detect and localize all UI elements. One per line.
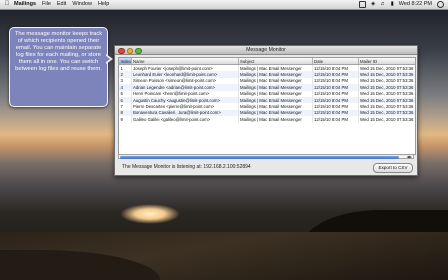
cell-subject: Mailings | Mac Email Messenger bbox=[238, 64, 313, 72]
window-controls bbox=[118, 47, 144, 54]
help-callout-text: The message monitor keeps track of which… bbox=[14, 31, 103, 73]
close-button[interactable] bbox=[118, 47, 125, 54]
cell-name: Galileo Galilei <galileo@limit-point.com… bbox=[131, 116, 239, 123]
table-row[interactable]: 2 Leonhard Euler <leonhard@limit-point.c… bbox=[119, 71, 415, 78]
cell-date: 12/15/10 8:04 PM bbox=[312, 64, 359, 72]
scrollbar-thumb[interactable] bbox=[120, 155, 399, 159]
sunset-glow bbox=[120, 204, 180, 224]
cell-mailer-id: Wed 15 Dec, 2010 07:53:36 bbox=[358, 116, 415, 123]
cell-date: 12/15/10 8:04 PM bbox=[312, 116, 359, 123]
cell-mailer-id: Wed 15 Dec, 2010 07:53:36 bbox=[358, 71, 415, 78]
listener-status-text: The Message Monitor is listening at: 192… bbox=[122, 164, 251, 170]
cell-mailer-id: Wed 15 Dec, 2010 07:53:36 bbox=[358, 84, 415, 91]
cell-subject: Mailings | Mac Email Messenger bbox=[238, 96, 313, 104]
message-monitor-window: Message Monitor Index Name Subject Date … bbox=[114, 45, 418, 176]
cell-subject: Mailings | Mac Email Messenger bbox=[238, 90, 313, 97]
spotlight-search-icon[interactable] bbox=[437, 1, 444, 8]
menu-bar:  Mailings File Edit Window Help ◈ ♬ ▮ W… bbox=[0, 0, 448, 10]
volume-icon[interactable]: ♬ bbox=[380, 0, 386, 9]
cell-subject: Mailings | Mac Email Messenger bbox=[238, 109, 313, 117]
window-titlebar[interactable]: Message Monitor bbox=[115, 46, 417, 55]
table-row[interactable]: 8 Bonaventura Cavalieri...tura@limit-poi… bbox=[119, 109, 415, 117]
cell-name: Joseph Fourier <joseph@limit-point.com> bbox=[131, 64, 239, 72]
menu-help[interactable]: Help bbox=[98, 0, 109, 9]
export-csv-button[interactable]: Export to CSV bbox=[373, 163, 413, 173]
cell-subject: Mailings | Mac Email Messenger bbox=[238, 77, 313, 85]
table-row[interactable]: 4 Adrian Legendre <adrian@limit-point.co… bbox=[119, 84, 415, 91]
help-callout: The message monitor keeps track of which… bbox=[9, 27, 108, 107]
battery-icon[interactable]: ▮ bbox=[391, 0, 394, 9]
menu-clock[interactable]: Wed 8:22 PM bbox=[399, 0, 432, 9]
cell-subject: Mailings | Mac Email Messenger bbox=[238, 84, 313, 91]
table-row[interactable]: 1 Joseph Fourier <joseph@limit-point.com… bbox=[119, 64, 415, 72]
apple-menu-icon[interactable]:  bbox=[4, 0, 10, 9]
wifi-icon[interactable]: ◈ bbox=[371, 0, 375, 9]
cell-mailer-id: Wed 15 Dec, 2010 07:53:36 bbox=[358, 103, 415, 110]
window-title: Message Monitor bbox=[246, 47, 286, 53]
menu-app-name[interactable]: Mailings bbox=[14, 0, 36, 9]
cell-mailer-id: Wed 15 Dec, 2010 07:53:36 bbox=[358, 77, 415, 85]
cell-subject: Mailings | Mac Email Messenger bbox=[238, 71, 313, 78]
table-row[interactable]: 7 Pierre Descartes <pierre@limit-point.c… bbox=[119, 103, 415, 110]
scroll-arrows-icon[interactable]: ◀▶ bbox=[407, 155, 412, 159]
menu-edit[interactable]: Edit bbox=[57, 0, 66, 9]
cell-mailer-id: Wed 15 Dec, 2010 07:53:36 bbox=[358, 109, 415, 117]
cell-index: 1 bbox=[119, 64, 132, 72]
table-row[interactable]: 5 Henri Poincare <henri@limit-point.com>… bbox=[119, 90, 415, 97]
zoom-button[interactable] bbox=[135, 47, 142, 54]
menu-window[interactable]: Window bbox=[72, 0, 92, 9]
menu-extras: ◈ ♬ ▮ Wed 8:22 PM bbox=[354, 0, 444, 9]
minimize-button[interactable] bbox=[126, 47, 133, 54]
table-row[interactable]: 9 Galileo Galilei <galileo@limit-point.c… bbox=[119, 116, 415, 123]
table-row[interactable]: 3 Simeon Poisson <simeon@limit-point.com… bbox=[119, 77, 415, 85]
cell-subject: Mailings | Mac Email Messenger bbox=[238, 103, 313, 110]
menu-file[interactable]: File bbox=[42, 0, 51, 9]
status-bar: The Message Monitor is listening at: 192… bbox=[115, 160, 417, 175]
cell-mailer-id: Wed 15 Dec, 2010 07:53:36 bbox=[358, 96, 415, 104]
cell-mailer-id: Wed 15 Dec, 2010 07:53:36 bbox=[358, 90, 415, 97]
recipients-table[interactable]: Index Name Subject Date Mailer ID 1 Jose… bbox=[118, 57, 416, 155]
menu-extra-icon[interactable] bbox=[359, 1, 366, 8]
cell-index: 9 bbox=[119, 116, 132, 123]
cell-mailer-id: Wed 15 Dec, 2010 07:53:36 bbox=[358, 64, 415, 72]
callout-pointer-inner bbox=[105, 55, 110, 63]
table-row[interactable]: 6 Augustin Cauchy <augustin@limit-point.… bbox=[119, 96, 415, 104]
horizontal-scrollbar[interactable]: ◀▶ bbox=[118, 154, 414, 159]
cell-subject: Mailings | Mac Email Messenger bbox=[238, 116, 313, 123]
